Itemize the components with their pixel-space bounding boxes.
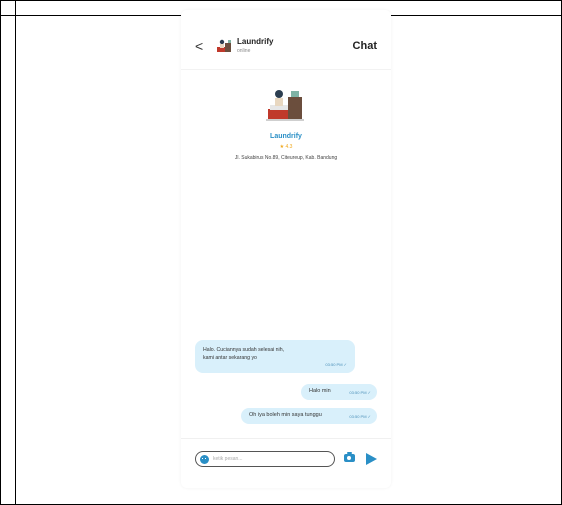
message-text: Halo min xyxy=(309,388,331,394)
header-status: online xyxy=(237,48,251,54)
message-outgoing: Halo min 03:50 PM ✓ xyxy=(301,384,377,400)
shop-rating: ★ 4.3 xyxy=(181,144,391,150)
shop-name: Laundrify xyxy=(270,133,302,140)
divider-left xyxy=(15,0,16,505)
rating-value: 4.3 xyxy=(285,144,293,150)
camera-icon[interactable] xyxy=(344,452,355,462)
message-time: 03:50 PM ✓ xyxy=(325,362,347,367)
message-text-line: Halo. Cuciannya sudah selesai nih, xyxy=(203,347,285,353)
shop-profile: Laundrify ★ 4.3 Jl. Sukabirus No.89, Cit… xyxy=(181,85,391,162)
star-icon: ★ xyxy=(279,144,285,150)
message-incoming: Halo. Cuciannya sudah selesai nih, kami … xyxy=(195,340,355,373)
chat-header: < Laundrify online Chat xyxy=(181,34,391,70)
message-time: 03:50 PM ✓ xyxy=(349,414,371,419)
chat-screen: < Laundrify online Chat Laundrify ★ 4.3 … xyxy=(181,10,391,488)
message-outgoing: Oh iya boleh min saya tunggu 03:50 PM ✓ xyxy=(241,408,377,424)
emoji-icon[interactable] xyxy=(200,455,209,464)
send-icon[interactable] xyxy=(366,453,377,465)
message-text: Oh iya boleh min saya tunggu xyxy=(249,412,322,418)
shop-avatar xyxy=(217,39,231,52)
message-time: 03:50 PM ✓ xyxy=(349,390,371,395)
message-input[interactable]: ketik pesan... xyxy=(195,451,335,467)
message-placeholder: ketik pesan... xyxy=(213,456,243,462)
shop-illustration xyxy=(266,90,304,121)
page-title: Chat xyxy=(352,40,377,52)
header-shop-name: Laundrify xyxy=(237,37,274,46)
chevron-left-icon[interactable]: < xyxy=(195,38,203,54)
shop-address: Jl. Sukabirus No.89, Citeureup, Kab. Ban… xyxy=(234,155,338,161)
message-composer: ketik pesan... xyxy=(181,438,391,488)
